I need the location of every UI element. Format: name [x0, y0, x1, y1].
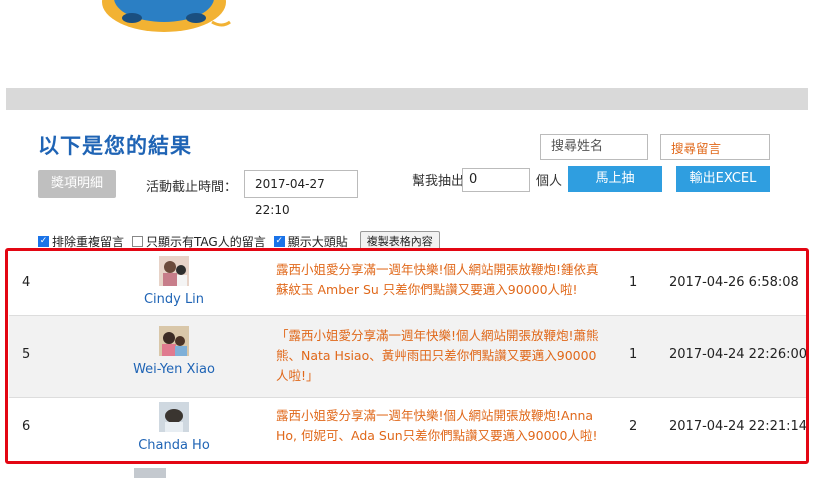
- results-table: 4 Cindy Lin 露西小姐愛分享滿一週年快樂!個人網站開張放鞭炮!鍾依真 …: [9, 252, 807, 456]
- comment-count: 1: [629, 347, 638, 362]
- avatar[interactable]: [159, 256, 189, 286]
- comment-date: 2017-04-24 22:26:00: [669, 347, 808, 362]
- dedupe-checkbox[interactable]: ✓: [38, 235, 49, 247]
- comment-text: 露西小姐愛分享滿一週年快樂!個人網站開張放鞭炮!鍾依真 蘇紋玉 Amber Su…: [276, 262, 599, 297]
- prize-details-button[interactable]: 獎項明細: [38, 170, 116, 198]
- search-name-input[interactable]: 搜尋姓名: [540, 134, 648, 160]
- row-index: 5: [22, 347, 31, 362]
- show-avatar-label: 顯示大頭貼: [287, 234, 348, 249]
- comment-count: 2: [629, 419, 638, 434]
- user-cell: Wei-Yen Xiao: [109, 326, 239, 377]
- dedupe-option[interactable]: ✓ 排除重複留言: [38, 233, 124, 250]
- comment-date: 2017-04-24 22:21:14: [669, 419, 808, 434]
- comment-text: 露西小姐愛分享滿一週年快樂!個人網站開張放鞭炮!Anna Ho, 何妮可、Ada…: [276, 408, 598, 443]
- deadline-field[interactable]: 2017-04-27 22:10: [244, 170, 358, 217]
- comment-count: 1: [629, 275, 638, 290]
- user-name-link[interactable]: Wei-Yen Xiao: [109, 362, 239, 377]
- search-message-input[interactable]: 搜尋留言: [660, 134, 770, 160]
- row-index: 6: [22, 419, 31, 434]
- deadline-label: 活動截止時間：: [146, 180, 238, 195]
- user-cell: Chanda Ho: [109, 402, 239, 453]
- row-index: 4: [22, 275, 31, 290]
- comment-date: 2017-04-26 6:58:08: [669, 275, 799, 290]
- table-row: 4 Cindy Lin 露西小姐愛分享滿一週年快樂!個人網站開張放鞭炮!鍾依真 …: [9, 252, 807, 316]
- draw-label: 幫我抽出: [412, 174, 465, 189]
- section-divider-bar: [6, 88, 808, 110]
- draw-count-input[interactable]: 0: [462, 168, 530, 192]
- draw-unit-label: 個人: [536, 174, 563, 189]
- next-row-avatar-partial: [134, 468, 166, 478]
- table-row: 5 Wei-Yen Xiao 「露西小姐愛分享滿一週年快樂!個人網站開張放鞭炮!…: [9, 316, 807, 398]
- show-avatar-checkbox[interactable]: ✓: [273, 235, 285, 247]
- filter-options: ✓ 排除重複留言 只顯示有TAG人的留言 ✓ 顯示大頭貼 複製表格內容: [38, 231, 440, 251]
- tagged-only-label: 只顯示有TAG人的留言: [146, 234, 266, 249]
- comment-text: 「露西小姐愛分享滿一週年快樂!個人網站開張放鞭炮!蕭熊熊、Nata Hsiao、…: [276, 328, 599, 383]
- user-cell: Cindy Lin: [109, 256, 239, 307]
- table-row: 6 Chanda Ho 露西小姐愛分享滿一週年快樂!個人網站開張放鞭炮!Anna…: [9, 398, 807, 456]
- show-avatar-option[interactable]: ✓ 顯示大頭貼: [273, 233, 348, 250]
- copy-table-button[interactable]: 複製表格內容: [359, 231, 440, 251]
- avatar[interactable]: [159, 326, 189, 356]
- dedupe-label: 排除重複留言: [52, 234, 125, 249]
- tagged-only-option[interactable]: 只顯示有TAG人的留言: [132, 233, 266, 250]
- export-excel-button[interactable]: 輸出EXCEL: [676, 166, 770, 192]
- mascot-illustration: [92, 0, 242, 36]
- user-name-link[interactable]: Cindy Lin: [109, 292, 239, 307]
- tagged-only-checkbox[interactable]: [132, 235, 144, 247]
- page-title: 以下是您的結果: [38, 134, 192, 158]
- user-name-link[interactable]: Chanda Ho: [109, 438, 239, 453]
- avatar[interactable]: [159, 402, 189, 432]
- draw-now-button[interactable]: 馬上抽: [568, 166, 662, 192]
